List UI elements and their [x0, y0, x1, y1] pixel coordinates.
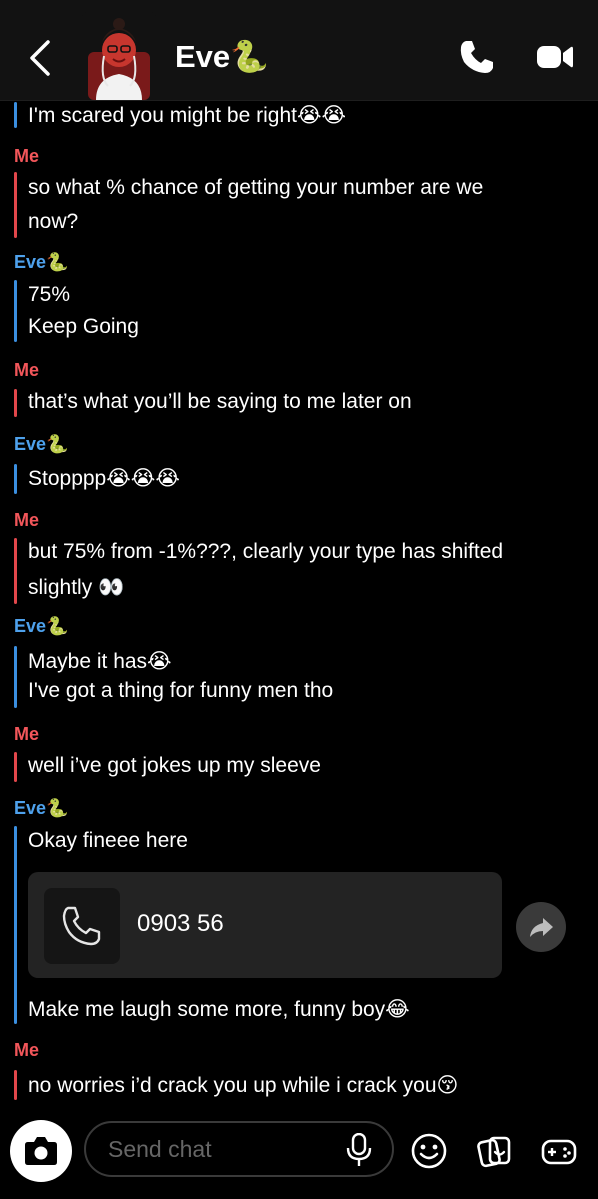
message-text: I'm scared you might be right😭😭 [28, 104, 347, 127]
message-bar [14, 389, 17, 417]
sender-name: Me [14, 510, 40, 530]
message-text: Make me laugh some more, funny boy😂 [28, 998, 410, 1021]
phone-icon [62, 906, 101, 946]
sender-name: Me [14, 1040, 40, 1060]
chat-input-placeholder: Send chat [108, 1136, 212, 1162]
message-bar [14, 102, 17, 128]
game-controller-icon[interactable] [540, 1132, 578, 1170]
chat-input[interactable]: Send chat [84, 1121, 394, 1177]
camera-icon [25, 1137, 57, 1165]
sticker-icon[interactable] [476, 1132, 514, 1170]
message-bar [14, 280, 17, 342]
emoji-icon[interactable] [410, 1132, 448, 1170]
phone-number: 0903 56 [137, 910, 224, 937]
message-text: so what % chance of getting your number … [28, 176, 484, 199]
avatar[interactable] [82, 12, 156, 100]
chat-composer-bar: Send chat [0, 1110, 598, 1199]
message-text: Maybe it has😭 [28, 650, 172, 673]
sender-name: Eve🐍 [14, 798, 69, 818]
message-text: but 75% from -1%???, clearly your type h… [28, 540, 504, 563]
phone-number-card[interactable]: 0903 56 [28, 872, 502, 978]
message-bar [14, 1070, 17, 1100]
sender-name: Me [14, 146, 40, 166]
message-bar [14, 752, 17, 782]
message-text: I've got a thing for funny men tho [28, 679, 334, 702]
phone-card-icon-box [44, 888, 120, 964]
message-text: that’s what you’ll be saying to me later… [28, 390, 412, 413]
sender-name: Me [14, 724, 40, 744]
message-bar [14, 538, 17, 604]
microphone-icon[interactable] [346, 1133, 372, 1167]
chat-thread[interactable]: I'm scared you might be right😭😭 Me so wh… [0, 100, 598, 1110]
message-text: no worries i’d crack you up while i crac… [28, 1074, 459, 1097]
message-text: Okay fineee here [28, 829, 188, 852]
sender-name: Me [14, 360, 40, 380]
chat-header: Eve🐍 [0, 0, 598, 101]
share-arrow-icon [530, 918, 553, 937]
message-text: 75% [28, 283, 71, 306]
message-bar [14, 646, 17, 708]
message-bar [14, 464, 17, 494]
camera-button[interactable] [10, 1120, 72, 1182]
sender-name: Eve🐍 [14, 434, 69, 454]
message-text: now? [28, 210, 79, 233]
message-text: well i’ve got jokes up my sleeve [28, 754, 321, 777]
video-camera-icon[interactable] [536, 42, 574, 72]
share-button[interactable] [516, 902, 566, 952]
contact-name[interactable]: Eve🐍 [175, 38, 269, 75]
message-text: slightly 👀 [28, 576, 125, 599]
message-bar [14, 826, 17, 1024]
phone-icon[interactable] [458, 38, 496, 76]
sender-name: Eve🐍 [14, 252, 69, 272]
message-text: Stopppp😭😭😭 [28, 467, 180, 490]
message-bar [14, 172, 17, 238]
message-text: Keep Going [28, 315, 139, 338]
back-arrow-icon[interactable] [24, 38, 58, 78]
sender-name: Eve🐍 [14, 616, 69, 636]
